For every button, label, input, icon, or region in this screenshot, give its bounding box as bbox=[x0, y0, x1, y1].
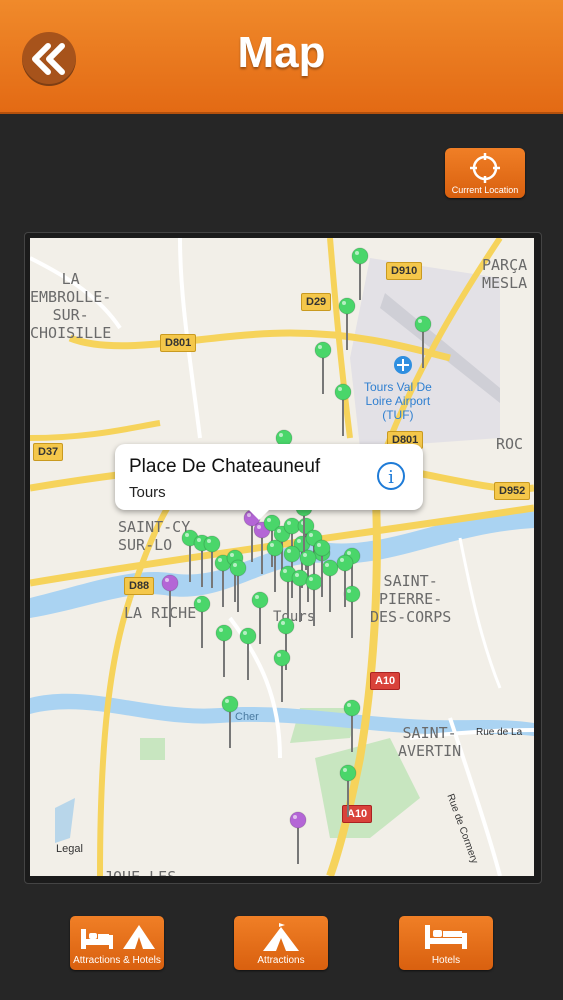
current-location-button[interactable]: Current Location bbox=[445, 148, 525, 198]
bed-icon bbox=[425, 925, 467, 949]
map-pin[interactable] bbox=[227, 558, 249, 614]
road-shield-d29: D29 bbox=[301, 293, 332, 311]
map-pin[interactable] bbox=[191, 594, 213, 650]
map-label-saint-avertin: SAINT- AVERTIN bbox=[398, 724, 462, 760]
map-label-parcay: PARÇA MESLA bbox=[482, 256, 528, 292]
info-icon[interactable]: i bbox=[377, 462, 405, 490]
map-pin[interactable] bbox=[159, 573, 181, 629]
top-bar: Map bbox=[0, 0, 563, 114]
hotels-button[interactable]: Hotels bbox=[399, 916, 493, 970]
map-pin[interactable] bbox=[287, 810, 309, 866]
map-label-rue-de-la: Rue de La bbox=[476, 727, 523, 738]
map-pin[interactable] bbox=[412, 314, 434, 370]
place-callout[interactable]: Place De Chateauneuf Tours i bbox=[115, 444, 423, 520]
attractions-and-hotels-label: Attractions & Hotels bbox=[73, 955, 161, 966]
attractions-button[interactable]: Attractions bbox=[234, 916, 328, 970]
attractions-label: Attractions bbox=[257, 955, 305, 966]
map-pin[interactable] bbox=[349, 246, 371, 302]
map-pin[interactable] bbox=[332, 382, 354, 438]
road-shield-d952: D952 bbox=[494, 482, 531, 500]
map-pin[interactable] bbox=[271, 648, 293, 704]
map-pin[interactable] bbox=[311, 538, 333, 594]
map-legal-link[interactable]: Legal bbox=[56, 840, 83, 858]
map-pin[interactable] bbox=[341, 698, 363, 754]
callout-subtitle: Tours bbox=[129, 484, 166, 501]
map-pin[interactable] bbox=[334, 553, 356, 609]
page-title: Map bbox=[237, 28, 326, 77]
map-label-roc: ROC bbox=[496, 435, 524, 453]
map-view[interactable]: LA EMBROLLE- SUR- CHOISILLE PARÇA MESLA … bbox=[30, 238, 534, 876]
map-pin[interactable] bbox=[213, 623, 235, 679]
map-pin[interactable] bbox=[219, 694, 241, 750]
current-location-label: Current Location bbox=[451, 185, 519, 195]
tent-icon bbox=[263, 923, 299, 951]
callout-title: Place De Chateauneuf bbox=[129, 456, 321, 477]
map-pin[interactable] bbox=[264, 538, 286, 594]
map-label-saint-pierre: SAINT- PIERRE- DES-CORPS bbox=[370, 572, 452, 626]
crosshair-icon bbox=[470, 153, 500, 183]
map-pin[interactable] bbox=[237, 626, 259, 682]
road-shield-d88: D88 bbox=[124, 577, 155, 595]
bed-tent-icon bbox=[81, 925, 155, 949]
road-shield-a10: A10 bbox=[370, 672, 401, 690]
map-pin[interactable] bbox=[336, 296, 358, 352]
map-pin[interactable] bbox=[337, 763, 359, 819]
map-label-la-membrolle: LA EMBROLLE- SUR- CHOISILLE bbox=[30, 270, 112, 342]
hotels-label: Hotels bbox=[431, 955, 461, 966]
map-label-airport: Tours Val De Loire Airport (TUF) bbox=[364, 380, 432, 422]
road-shield-d801: D801 bbox=[160, 334, 197, 352]
road-shield-d910: D910 bbox=[386, 262, 423, 280]
map-pin[interactable] bbox=[312, 340, 334, 396]
map-label-joue-les: JOUE-LES bbox=[104, 868, 176, 876]
attractions-and-hotels-button[interactable]: Attractions & Hotels bbox=[70, 916, 164, 970]
road-shield-d37: D37 bbox=[33, 443, 64, 461]
